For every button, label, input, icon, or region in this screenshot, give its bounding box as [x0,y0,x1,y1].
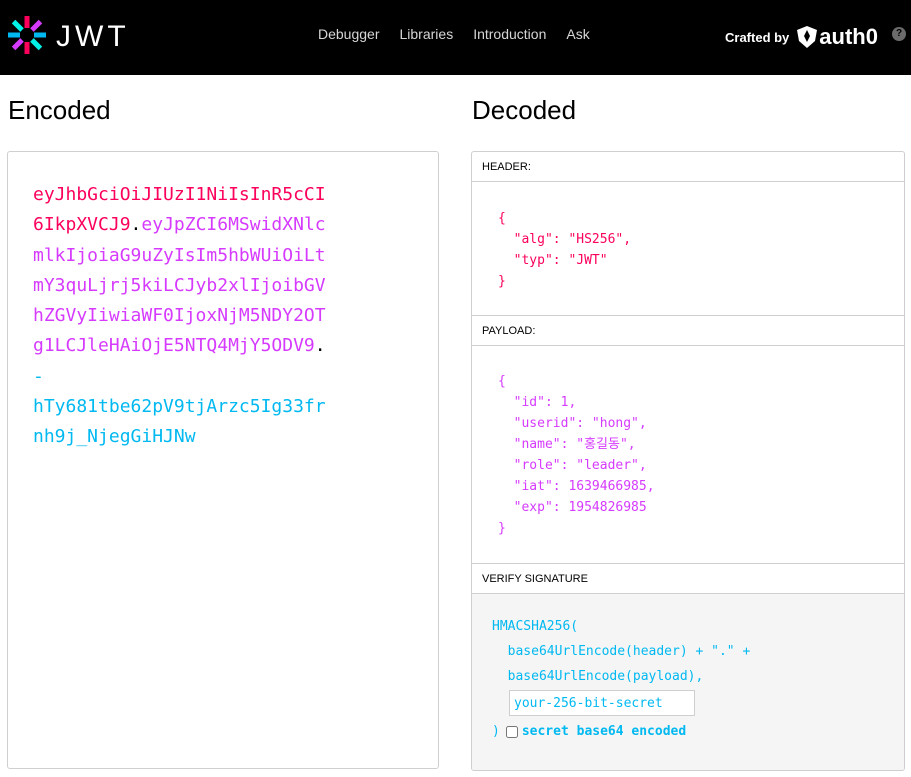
token-line: 6IkpXVCJ9.eyJpZCI6MSwidXNlc [33,210,363,240]
token-line: eyJhbGciOiJIUzI1NiIsInR5cCI [33,180,363,210]
token-segment: nh9j_NjegGiHJNw [33,426,196,448]
token-line: hTy681tbe62pV9tjArzc5Ig33fr [33,392,363,422]
token-segment: . [130,214,142,236]
token-line: - [33,362,363,392]
nav-link-introduction[interactable]: Introduction [473,26,546,42]
token-segment: . [314,335,326,357]
header-json[interactable]: { "alg": "HS256", "typ": "JWT" } [498,208,631,292]
token-line: hZGVyIiwiaWF0IjoxNjM5NDY2OT [33,301,363,331]
help-icon[interactable]: ? [892,27,906,41]
nav-link-libraries[interactable]: Libraries [400,26,454,42]
jwt-logo-icon[interactable] [7,15,47,55]
payload-json[interactable]: { "id": 1, "userid": "hong", "name": "홍길… [498,371,655,539]
verify-signature-section: HMACSHA256( base64UrlEncode(header) + ".… [472,594,904,770]
token-line: g1LCJleHAiOjE5NTQ4MjY5ODV9. [33,331,363,361]
token-segment: hTy681tbe62pV9tjArzc5Ig33fr [33,396,326,418]
token-segment: g1LCJleHAiOjE5NTQ4MjY5ODV9 [33,335,315,357]
decoded-panel: HEADER: { "alg": "HS256", "typ": "JWT" }… [471,151,905,771]
token-segment: 6IkpXVCJ9 [33,214,131,236]
encoded-token-editor[interactable]: eyJhbGciOiJIUzI1NiIsInR5cCI 6IkpXVCJ9.eyJ… [7,151,439,769]
base64-checkbox[interactable] [505,725,518,738]
token-segment: mY3quLjrj5kiLCJyb2xlIjoibGV [33,274,326,296]
token-line: mlkIjoiaG9uZyIsIm5hbWUiOiLt [33,241,363,271]
token-line: nh9j_NjegGiHJNw [33,422,363,452]
encoded-title: Encoded [8,95,111,125]
auth0-shield-icon [797,26,818,48]
decoded-title: Decoded [472,95,577,125]
payload-section[interactable]: { "id": 1, "userid": "hong", "name": "홍길… [472,347,904,564]
nav-link-debugger[interactable]: Debugger [318,26,380,42]
header-section-label: HEADER: [472,152,904,182]
base64-row: ) secret base64 encoded [492,724,686,739]
signature-formula: HMACSHA256( base64UrlEncode(header) + ".… [492,619,751,684]
auth0-brand-text: auth0 [819,24,878,49]
header-section[interactable]: { "alg": "HS256", "typ": "JWT" } [472,183,904,316]
nav-link-ask[interactable]: Ask [566,26,589,42]
top-nav: JWT Debugger Libraries Introduction Ask … [0,0,911,75]
payload-section-label: PAYLOAD: [472,316,904,346]
verify-signature-label: VERIFY SIGNATURE [472,564,904,594]
token-segment: mlkIjoiaG9uZyIsIm5hbWUiOiLt [33,244,326,266]
base64-label[interactable]: secret base64 encoded [522,724,686,739]
close-paren: ) [492,724,500,739]
secret-input[interactable] [509,690,695,716]
encoded-token[interactable]: eyJhbGciOiJIUzI1NiIsInR5cCI 6IkpXVCJ9.eyJ… [33,180,363,453]
crafted-by-label: Crafted by [725,29,790,45]
token-line: mY3quLjrj5kiLCJyb2xlIjoibGV [33,271,363,301]
token-segment: hZGVyIiwiaWF0IjoxNjM5NDY2OT [33,305,326,327]
token-segment: eyJhbGciOiJIUzI1NiIsInR5cCI [33,184,326,205]
token-segment: eyJpZCI6MSwidXNlc [141,214,326,236]
token-segment: - [33,365,44,387]
auth0-brand[interactable]: auth0 [797,24,878,50]
nav-links: Debugger Libraries Introduction Ask [318,26,590,42]
crafted-by[interactable]: Crafted by auth0 [725,24,878,50]
logo-text: JWT [56,20,130,50]
jwt-wordmark: JWT [56,20,130,50]
